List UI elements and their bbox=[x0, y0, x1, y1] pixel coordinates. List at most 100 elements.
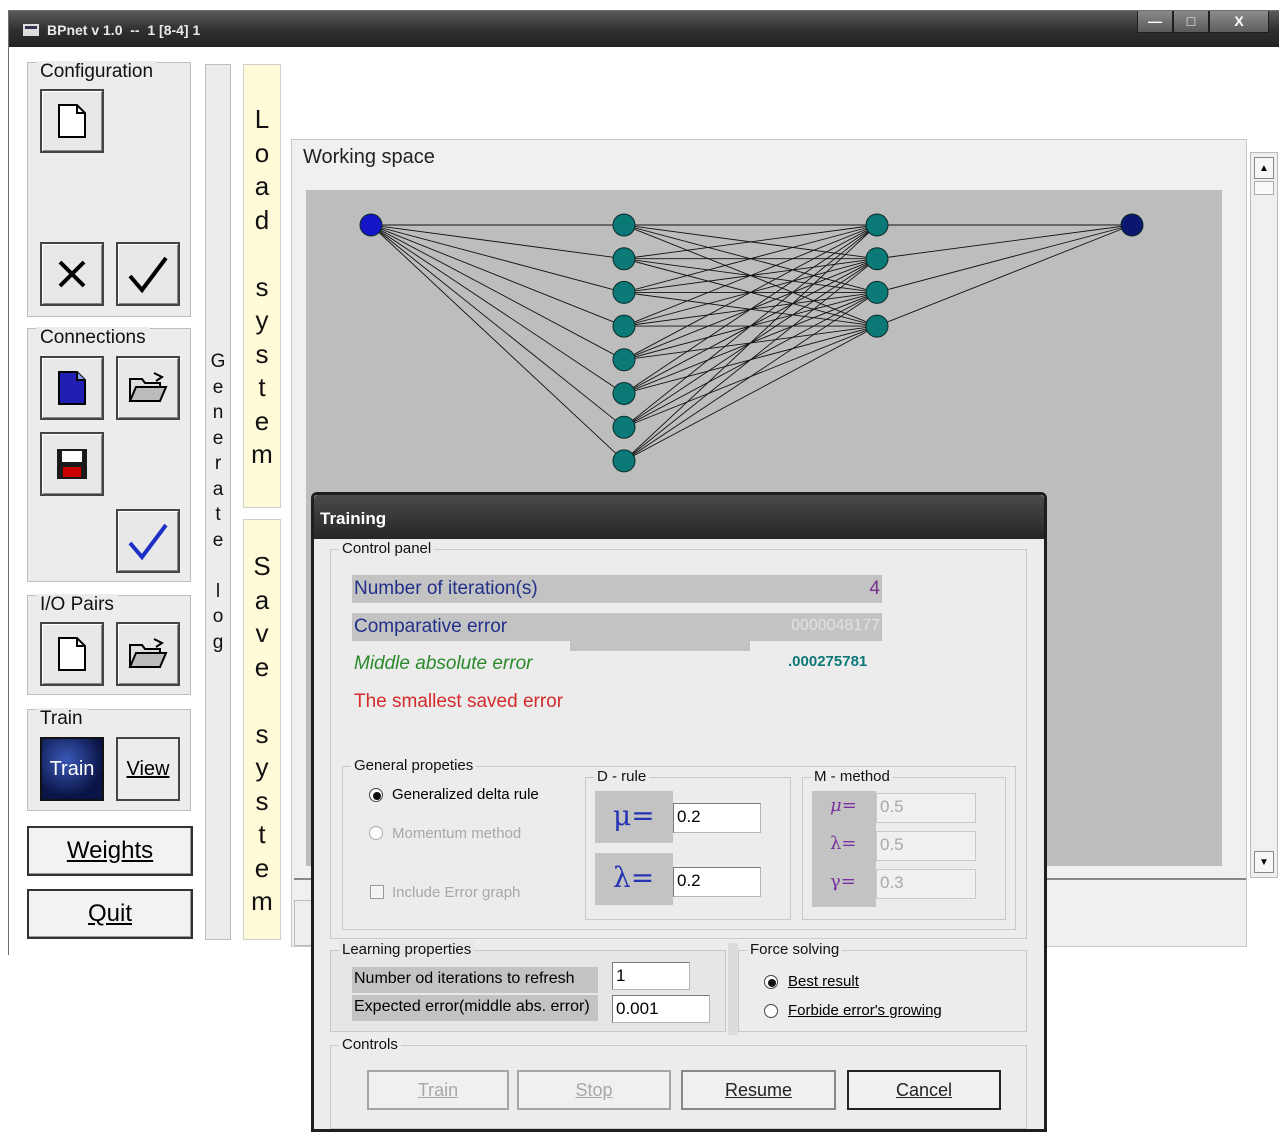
general-properties-title: General propeties bbox=[351, 757, 477, 774]
force-solving-title: Force solving bbox=[747, 941, 843, 958]
load-system-letter bbox=[258, 237, 265, 271]
connection-line bbox=[370, 224, 625, 293]
generate-log-letter: o bbox=[212, 606, 224, 627]
hidden-node-1[interactable] bbox=[612, 213, 636, 237]
save-system-button[interactable]: Save system bbox=[243, 519, 281, 940]
open-folder-icon bbox=[128, 638, 168, 668]
train-button[interactable]: Train bbox=[40, 737, 104, 801]
configuration-label: Configuration bbox=[36, 61, 158, 83]
maximize-button[interactable]: □ bbox=[1173, 11, 1209, 33]
new-connections-button[interactable] bbox=[40, 356, 104, 420]
d-rule-mu-label: μ= bbox=[613, 799, 655, 832]
connection-line bbox=[370, 224, 625, 394]
momentum-method-radio[interactable] bbox=[369, 826, 383, 840]
best-result-radio[interactable] bbox=[764, 975, 778, 989]
scroll-up-arrow[interactable]: ▲ bbox=[1254, 157, 1274, 179]
m-method-gamma-input[interactable]: 0.3 bbox=[876, 869, 976, 899]
train-control-label: Train bbox=[417, 1079, 459, 1100]
refresh-label: Number od iterations to refresh bbox=[354, 970, 575, 987]
load-system-letter: d bbox=[254, 204, 270, 235]
generate-log-letter bbox=[215, 553, 220, 579]
comparative-error-bar-shadow bbox=[570, 641, 750, 651]
new-document-icon bbox=[58, 637, 86, 671]
scroll-thumb[interactable] bbox=[1254, 181, 1274, 195]
m-method-gamma-label: γ= bbox=[830, 871, 856, 892]
hidden-node-2[interactable] bbox=[865, 247, 889, 271]
hidden-node-2[interactable] bbox=[865, 213, 889, 237]
forbide-growing-radio[interactable] bbox=[764, 1004, 778, 1018]
train-control-button[interactable]: Train bbox=[367, 1070, 509, 1110]
training-title: Training bbox=[320, 509, 387, 528]
load-system-button[interactable]: Load system bbox=[243, 64, 281, 508]
generate-log-button[interactable]: Generate log bbox=[205, 64, 231, 940]
stop-control-button[interactable]: Stop bbox=[517, 1070, 671, 1110]
confirm-configuration-button[interactable] bbox=[116, 242, 180, 306]
hidden-node-2[interactable] bbox=[865, 280, 889, 304]
m-method-mu-input[interactable]: 0.5 bbox=[876, 793, 976, 823]
connection-line bbox=[370, 224, 625, 260]
resume-control-button[interactable]: Resume bbox=[681, 1070, 836, 1110]
save-connections-button[interactable] bbox=[40, 432, 104, 496]
connection-line bbox=[623, 258, 878, 462]
quit-button-label: Quit bbox=[87, 900, 132, 927]
scroll-down-arrow[interactable]: ▼ bbox=[1254, 851, 1274, 873]
training-dialog: Training Control panel Number of iterati… bbox=[311, 492, 1047, 1132]
input-node[interactable] bbox=[359, 213, 383, 237]
minimize-button[interactable]: — bbox=[1137, 11, 1173, 33]
d-rule-mu-input[interactable]: 0.2 bbox=[673, 803, 761, 833]
connection-line bbox=[876, 224, 1133, 260]
connection-line bbox=[876, 224, 1133, 327]
new-configuration-button[interactable] bbox=[40, 89, 104, 153]
refresh-input[interactable]: 1 bbox=[612, 962, 690, 990]
open-connections-button[interactable] bbox=[116, 356, 180, 420]
load-system-letter: a bbox=[254, 171, 270, 201]
smallest-error-label: The smallest saved error bbox=[354, 691, 564, 712]
new-io-pairs-button[interactable] bbox=[40, 622, 104, 686]
close-button[interactable]: X bbox=[1209, 11, 1269, 33]
expected-label-box: Expected error(middle abs. error) bbox=[352, 995, 598, 1021]
expected-label: Expected error(middle abs. error) bbox=[354, 998, 590, 1015]
view-button[interactable]: View bbox=[116, 737, 180, 801]
hidden-node-1[interactable] bbox=[612, 415, 636, 439]
connection-line bbox=[370, 224, 625, 462]
hidden-node-2[interactable] bbox=[865, 314, 889, 338]
hidden-node-1[interactable] bbox=[612, 382, 636, 405]
stop-control-label: Stop bbox=[575, 1079, 613, 1100]
connection-line bbox=[876, 224, 1133, 293]
generate-log-letter: e bbox=[212, 529, 224, 551]
confirm-connections-button[interactable] bbox=[116, 509, 180, 573]
hidden-node-1[interactable] bbox=[612, 348, 636, 372]
quit-button[interactable]: Quit bbox=[27, 889, 193, 939]
cross-icon bbox=[58, 260, 86, 288]
save-system-letter: v bbox=[255, 618, 269, 648]
output-node[interactable] bbox=[1120, 213, 1144, 237]
checkmark-blue-icon bbox=[128, 523, 168, 561]
training-title-bar[interactable]: Training bbox=[314, 495, 1044, 539]
hidden-node-1[interactable] bbox=[612, 314, 636, 338]
floppy-disk-icon bbox=[57, 449, 87, 479]
generalized-delta-radio[interactable] bbox=[369, 788, 383, 802]
hidden-node-1[interactable] bbox=[612, 247, 636, 271]
middle-error-label: Middle absolute error bbox=[354, 653, 533, 674]
open-io-pairs-button[interactable] bbox=[116, 622, 180, 686]
learning-properties-title: Learning properties bbox=[339, 941, 475, 958]
hidden-node-1[interactable] bbox=[612, 449, 636, 473]
cancel-control-button[interactable]: Cancel bbox=[847, 1070, 1001, 1110]
expected-input[interactable]: 0.001 bbox=[612, 995, 710, 1023]
load-system-letter: e bbox=[254, 405, 270, 436]
save-system-letter: a bbox=[254, 584, 270, 615]
connection-line bbox=[623, 325, 878, 462]
d-rule-lambda-input[interactable]: 0.2 bbox=[673, 867, 761, 897]
delete-configuration-button[interactable] bbox=[40, 242, 104, 306]
momentum-method-label: Momentum method bbox=[392, 825, 522, 842]
error-graph-checkbox[interactable] bbox=[370, 885, 384, 899]
vertical-scrollbar[interactable]: ▲ ▼ bbox=[1250, 152, 1278, 878]
load-system-letter: y bbox=[255, 305, 269, 335]
train-group-label: Train bbox=[36, 708, 87, 730]
load-system-letter: s bbox=[255, 338, 269, 369]
weights-button[interactable]: Weights bbox=[27, 826, 193, 876]
m-method-lambda-input[interactable]: 0.5 bbox=[876, 831, 976, 861]
refresh-label-box: Number od iterations to refresh bbox=[352, 967, 598, 993]
hidden-node-1[interactable] bbox=[612, 280, 636, 304]
title-bar[interactable]: BPnet v 1.0 -- 1 [8-4] 1 — □ X bbox=[9, 11, 1279, 47]
